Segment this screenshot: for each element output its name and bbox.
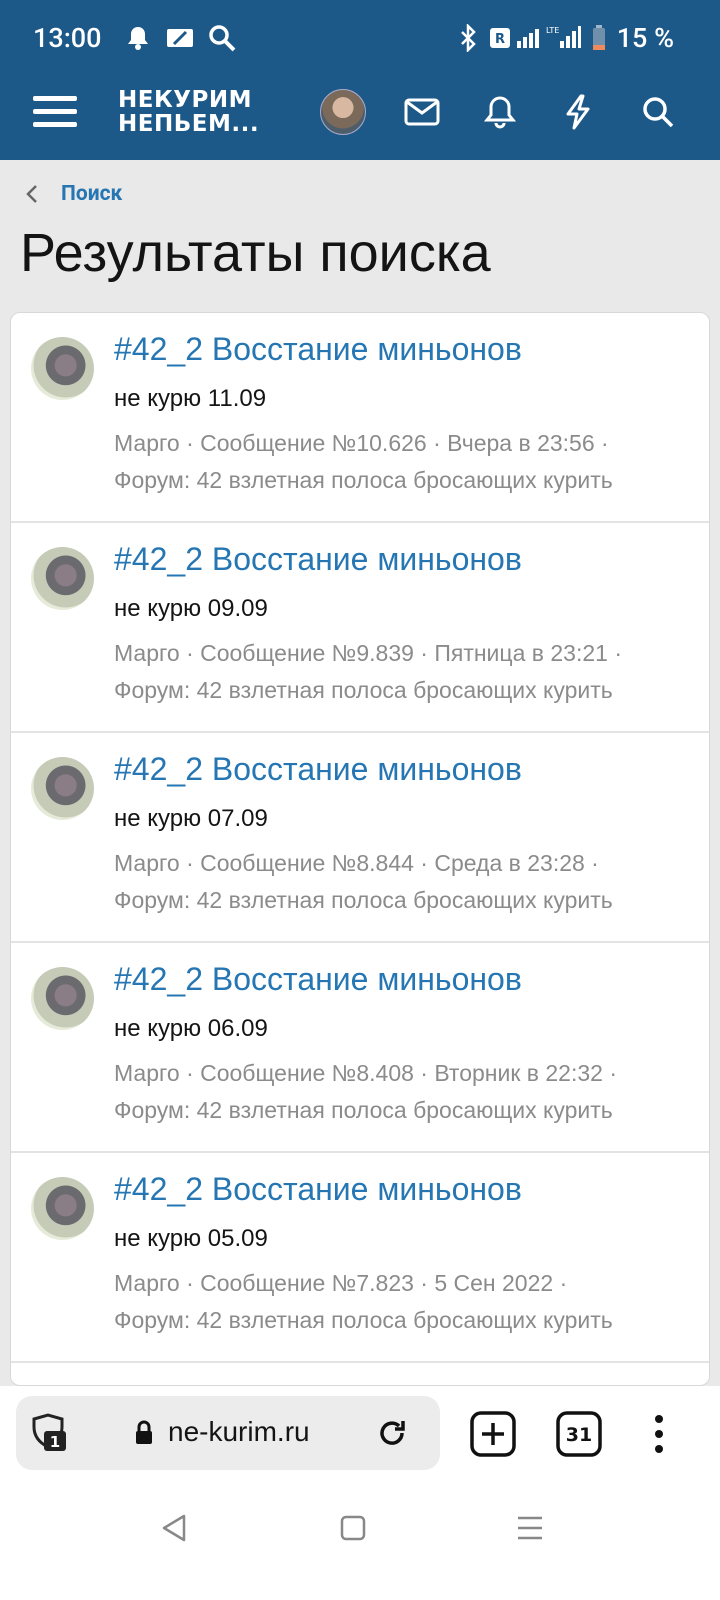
result-meta: Марго · Сообщение №9.839 · Пятница в 23:… [114,635,694,709]
search-icon [206,22,238,54]
bell-icon [124,22,152,54]
result-title-link[interactable]: #42_2 Восстание миньонов [114,1171,522,1208]
tabs-count: 31 [566,1424,592,1446]
result-meta-line-1: Марго · Сообщение №8.844 · Среда в 23:28… [114,850,599,876]
author-avatar[interactable] [31,337,94,400]
result-snippet: не курю 05.09 [114,1225,268,1252]
result-meta: Марго · Сообщение №8.408 · Вторник в 22:… [114,1055,694,1129]
result-meta: Марго · Сообщение №7.823 · 5 Сен 2022 · Ф… [114,1265,694,1339]
result-snippet: не курю 11.09 [114,385,267,412]
menu-icon[interactable] [33,92,77,132]
result-title-link[interactable]: #42_2 Восстание миньонов [114,751,522,788]
sim-card-icon [164,22,196,54]
system-nav-bar [0,1480,720,1600]
home-nav-icon[interactable] [333,1508,373,1548]
page-title: Результаты поиска [20,223,491,283]
url-text[interactable]: ne-kurim.ru [168,1416,310,1448]
author-avatar[interactable] [31,547,94,610]
site-logo[interactable]: НЕКУРИМ НЕПЬЕМ... [118,88,259,136]
tabs-button[interactable]: 31 [556,1411,602,1457]
result-title-link[interactable]: #42_2 Восстание миньонов [114,331,522,368]
search-icon[interactable] [638,92,678,132]
result-title-link[interactable]: #42_2 Восстание миньонов [114,961,522,998]
author-avatar[interactable] [31,757,94,820]
breadcrumb[interactable]: Поиск [25,178,122,210]
search-result-item[interactable]: #42_2 Восстание миньонов не курю 09.09 Мар… [11,523,709,733]
result-snippet: не курю 09.09 [114,595,268,622]
result-snippet: не курю 06.09 [114,1015,268,1042]
lock-icon [134,1420,154,1446]
result-title-link[interactable]: #42_2 Восстание миньонов [114,541,522,578]
battery-percent: 15 % [616,22,674,54]
result-meta-line-2: Форум: 42 взлетная полоса бросающих кури… [114,467,613,493]
mail-icon[interactable] [402,92,442,132]
search-result-item[interactable]: #42_2 Восстание миньонов не курю 07.09 Мар… [11,733,709,943]
signal-icon [514,22,544,54]
result-snippet: не курю 07.09 [114,805,268,832]
status-bar: 13:00 R LTE 15 % [0,0,720,80]
result-meta-line-1: Марго · Сообщение №9.839 · Пятница в 23:… [114,640,622,666]
private-tabs-icon[interactable]: 1 [30,1413,70,1453]
more-options-icon[interactable] [636,1411,682,1457]
result-meta-line-2: Форум: 42 взлетная полоса бросающих кури… [114,887,613,913]
result-meta-line-2: Форум: 42 взлетная полоса бросающих кури… [114,677,613,703]
result-meta-line-1: Марго · Сообщение №8.408 · Вторник в 22:… [114,1060,617,1086]
battery-icon [590,22,608,54]
result-meta: Марго · Сообщение №10.626 · Вчера в 23:5… [114,425,694,499]
result-meta-line-1: Марго · Сообщение №10.626 · Вчера в 23:5… [114,430,609,456]
lte-signal-icon: LTE [546,22,582,54]
avatar[interactable] [320,89,366,135]
logo-line-2: НЕПЬЕМ... [118,111,260,137]
back-nav-icon[interactable] [154,1508,194,1548]
reload-icon[interactable] [376,1417,408,1449]
new-tab-button[interactable] [470,1411,516,1457]
bluetooth-icon [456,22,480,54]
lightning-icon[interactable] [558,92,598,132]
private-tabs-count: 1 [50,1433,60,1451]
chevron-left-icon [25,178,49,210]
app-header: НЕКУРИМ НЕПЬЕМ... [0,80,720,160]
browser-toolbar: 1 ne-kurim.ru 31 [0,1386,720,1480]
author-avatar[interactable] [31,1177,94,1240]
bell-icon[interactable] [480,92,520,132]
recents-nav-icon[interactable] [510,1508,550,1548]
r-badge-icon: R [488,22,512,54]
breadcrumb-link[interactable]: Поиск [61,182,122,206]
address-bar[interactable]: 1 ne-kurim.ru [16,1396,440,1470]
result-meta-line-1: Марго · Сообщение №7.823 · 5 Сен 2022 · [114,1270,568,1296]
status-time: 13:00 [33,22,102,54]
search-result-item[interactable]: #42_2 Восстание миньонов не курю 05.09 Мар… [11,1153,709,1363]
result-meta-line-2: Форум: 42 взлетная полоса бросающих кури… [114,1307,613,1333]
search-result-item[interactable]: #42_2 Восстание миньонов не курю 06.09 Мар… [11,943,709,1153]
author-avatar[interactable] [31,967,94,1030]
result-meta-line-2: Форум: 42 взлетная полоса бросающих кури… [114,1097,613,1123]
svg-text:LTE: LTE [546,26,559,35]
logo-line-1: НЕКУРИМ [118,87,252,113]
svg-text:R: R [495,32,505,47]
result-meta: Марго · Сообщение №8.844 · Среда в 23:28… [114,845,694,919]
search-result-item[interactable]: #42_2 Восстание миньонов не курю 11.09 Мар… [11,313,709,523]
search-results-list: #42_2 Восстание миньонов не курю 11.09 Мар… [10,312,710,1386]
